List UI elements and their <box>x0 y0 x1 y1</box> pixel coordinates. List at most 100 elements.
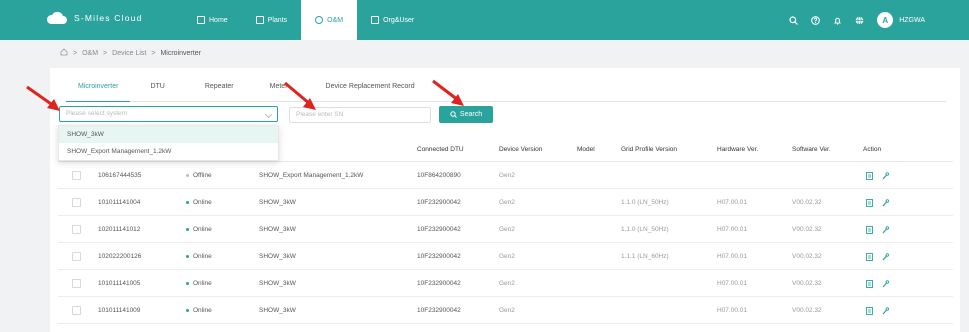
document-icon[interactable] <box>866 172 873 180</box>
device-list-panel: Microinverter DTU Repeater Meter Device … <box>50 68 960 332</box>
system-dropdown: SHOW_3kW SHOW_Export Management_1.2kW <box>58 125 279 161</box>
tab-dtu[interactable]: DTU <box>130 80 176 102</box>
cell-software-ver: V00.02.32 <box>792 307 822 314</box>
wrench-icon[interactable] <box>882 307 890 315</box>
user-name[interactable]: HZGWA <box>899 17 925 24</box>
wrench-icon[interactable] <box>882 172 890 180</box>
col-hardware-ver: Hardware Ver. <box>717 146 759 153</box>
status-dot-icon <box>186 308 189 312</box>
search-icon <box>450 111 457 118</box>
status-dot-icon <box>186 254 189 258</box>
document-icon[interactable] <box>866 199 873 207</box>
cell-grid-profile-version: 1.1.0 (LN_50Hz) <box>621 226 669 233</box>
help-icon[interactable] <box>811 15 821 25</box>
cell-status: Online <box>186 297 212 324</box>
cell-grid-profile-version: 1.1.0 (LN_50Hz) <box>621 199 669 206</box>
nav-home[interactable]: Home <box>183 0 242 40</box>
row-checkbox[interactable] <box>72 171 81 180</box>
cell-connected-dtu: 10F232900042 <box>417 307 461 314</box>
document-icon[interactable] <box>866 226 873 234</box>
avatar[interactable]: A <box>877 12 894 28</box>
wrench-icon[interactable] <box>882 226 890 234</box>
system-select-placeholder: Please select system <box>66 110 128 117</box>
document-icon[interactable] <box>866 280 873 288</box>
document-icon[interactable] <box>866 307 873 315</box>
cell-device-version: Gen2 <box>499 253 515 260</box>
status-label: Online <box>193 199 212 206</box>
col-model: Model <box>577 146 595 153</box>
cell-system: SHOW_Export Management_1.2kW <box>259 172 364 179</box>
home-icon[interactable] <box>60 48 68 58</box>
cell-software-ver: V00.02.32 <box>792 253 822 260</box>
bell-icon[interactable] <box>833 16 842 25</box>
row-checkbox[interactable] <box>72 252 81 261</box>
status-dot-icon <box>186 281 189 285</box>
table-row[interactable]: 106167444535 Offline SHOW_Export Managemen… <box>58 162 953 189</box>
wrench-icon[interactable] <box>882 199 890 207</box>
row-checkbox[interactable] <box>72 225 81 234</box>
nav-plants[interactable]: Plants <box>242 0 301 40</box>
status-label: Online <box>193 226 212 233</box>
cell-software-ver: V00.02.32 <box>792 226 822 233</box>
row-checkbox[interactable] <box>72 279 81 288</box>
cell-sn: 102011141012 <box>98 226 141 233</box>
row-checkbox[interactable] <box>72 198 81 207</box>
wrench-icon[interactable] <box>882 253 890 261</box>
cell-status: Online <box>186 216 212 243</box>
col-action: Action <box>863 146 882 153</box>
cell-connected-dtu: 10F864200890 <box>417 172 461 179</box>
status-dot-icon <box>186 200 189 204</box>
col-device-version: Device Version <box>499 146 543 153</box>
tab-repeater[interactable]: Repeater <box>177 80 246 102</box>
system-select[interactable]: Please select system <box>59 106 278 122</box>
home-icon <box>197 16 205 24</box>
row-checkbox[interactable] <box>72 306 81 315</box>
tools-icon <box>315 16 324 24</box>
globe-icon[interactable] <box>855 15 864 25</box>
breadcrumb: > O&M > Device List > Microinverter <box>60 48 201 58</box>
table-row[interactable]: 102011141012 Online SHOW_3kW 10F232900042 Ge… <box>58 216 953 243</box>
table-row[interactable]: 101011141004 Online SHOW_3kW 10F232900042 Ge… <box>58 189 953 216</box>
wrench-icon[interactable] <box>882 280 890 288</box>
cell-connected-dtu: 10F232900042 <box>417 199 461 206</box>
tab-microinverter[interactable]: Microinverter <box>66 80 131 102</box>
breadcrumb-device-list[interactable]: Device List <box>112 50 146 57</box>
cell-sn: 101011141005 <box>98 280 141 287</box>
breadcrumb-om[interactable]: O&M <box>82 50 98 57</box>
org-icon <box>371 16 380 24</box>
top-right-toolbar: A HZGWA <box>789 0 925 40</box>
device-tabs: Microinverter DTU Repeater Meter Device … <box>66 80 946 102</box>
cell-hardware-ver: H07.00.01 <box>717 307 747 314</box>
col-grid-profile-version: Grid Profile Version <box>621 146 677 153</box>
nav-om[interactable]: O&M <box>301 0 358 40</box>
top-navigation-bar: S-Miles Cloud Home Plants O&M Org&User A… <box>0 0 969 40</box>
cell-hardware-ver: H07.00.01 <box>717 199 747 206</box>
nav-org-user-label: Org&User <box>383 16 415 24</box>
nav-home-label: Home <box>209 16 228 24</box>
cell-software-ver: V00.02.32 <box>792 199 822 206</box>
red-arrow-annotation <box>432 79 464 106</box>
table-row[interactable]: 101011141005 Online SHOW_3kW 10F232900042 Ge… <box>58 270 953 297</box>
cell-connected-dtu: 10F232900042 <box>417 253 461 260</box>
status-dot-icon <box>186 173 189 177</box>
cell-system: SHOW_3kW <box>259 307 296 314</box>
table-row[interactable]: 102022200126 Online SHOW_3kW 10F232900042 Ge… <box>58 243 953 270</box>
table-row[interactable]: 101011141009 Online SHOW_3kW 10F232900042 Ge… <box>58 297 953 324</box>
document-icon[interactable] <box>866 253 873 261</box>
status-label: Online <box>193 253 212 260</box>
cell-system: SHOW_3kW <box>259 253 296 260</box>
cell-sn: 102022200126 <box>98 253 142 260</box>
cell-sn: 101011141004 <box>98 199 141 206</box>
nav-org-user[interactable]: Org&User <box>357 0 428 40</box>
search-icon[interactable] <box>789 15 799 25</box>
brand-logo[interactable]: S-Miles Cloud <box>46 11 143 25</box>
search-button-label: Search <box>459 111 483 118</box>
col-connected-dtu: Connected DTU <box>417 146 464 153</box>
dropdown-option-show-export[interactable]: SHOW_Export Management_1.2kW <box>59 143 278 160</box>
cell-status: Online <box>186 270 212 297</box>
cell-status: Online <box>186 189 212 216</box>
cell-status: Online <box>186 243 212 270</box>
cell-system: SHOW_3kW <box>259 226 296 233</box>
cell-hardware-ver: H07.00.01 <box>717 280 747 287</box>
dropdown-option-show-3kw[interactable]: SHOW_3kW <box>59 126 278 143</box>
